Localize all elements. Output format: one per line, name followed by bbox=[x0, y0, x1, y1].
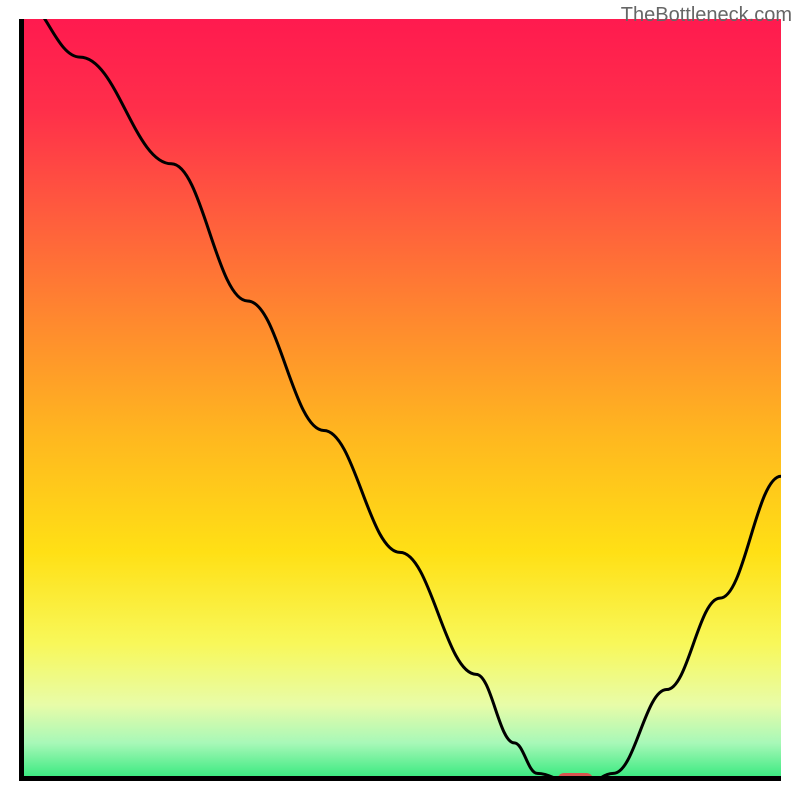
gradient-background bbox=[19, 19, 781, 781]
chart-area bbox=[19, 19, 781, 781]
watermark-text: TheBottleneck.com bbox=[621, 4, 792, 27]
